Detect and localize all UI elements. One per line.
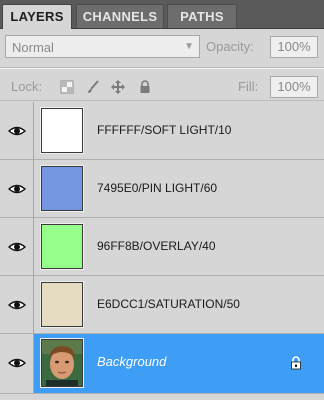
lock-brush-icon[interactable]: [86, 80, 100, 94]
layers-list: FFFFFF/SOFT LIGHT/10 7495E0/PIN LIGHT/60…: [0, 102, 324, 400]
lock-icon: [291, 356, 301, 370]
fill-value: 100%: [277, 79, 311, 94]
layer-row[interactable]: 96FF8B/OVERLAY/40: [0, 218, 324, 276]
opacity-field[interactable]: 100%: [270, 36, 318, 58]
tab-paths[interactable]: PATHS: [167, 4, 237, 28]
opacity-value: 100%: [277, 39, 311, 54]
layer-content[interactable]: E6DCC1/SATURATION/50: [34, 276, 324, 334]
tab-layers[interactable]: LAYERS: [2, 4, 72, 29]
visibility-toggle[interactable]: [0, 160, 34, 218]
divider: [0, 68, 324, 69]
layer-name[interactable]: 7495E0/PIN LIGHT/60: [97, 181, 217, 195]
layer-row[interactable]: FFFFFF/SOFT LIGHT/10: [0, 102, 324, 160]
layer-row[interactable]: 7495E0/PIN LIGHT/60: [0, 160, 324, 218]
chevron-down-icon: ▼: [184, 41, 194, 52]
layers-panel: LAYERS CHANNELS PATHS Normal ▼ Opacity: …: [0, 0, 324, 400]
lock-move-icon[interactable]: [111, 80, 125, 94]
opacity-label: Opacity:: [206, 39, 254, 54]
layer-name[interactable]: E6DCC1/SATURATION/50: [97, 297, 240, 311]
layer-thumbnail: [40, 223, 84, 270]
lock-all-icon[interactable]: [138, 80, 152, 94]
divider: [0, 100, 324, 101]
layer-name[interactable]: Background: [97, 354, 166, 369]
layer-thumbnail: [40, 107, 84, 154]
lock-transparent-icon[interactable]: [60, 80, 74, 94]
blend-mode-value: Normal: [12, 40, 54, 55]
fill-field[interactable]: 100%: [270, 76, 318, 98]
fill-label: Fill:: [238, 79, 259, 94]
layer-thumbnail: [40, 165, 84, 212]
lock-label: Lock:: [11, 79, 43, 94]
blend-mode-select[interactable]: Normal ▼: [5, 35, 200, 58]
layer-content[interactable]: 96FF8B/OVERLAY/40: [34, 218, 324, 276]
visibility-toggle[interactable]: [0, 102, 34, 160]
layer-content[interactable]: Background: [34, 334, 324, 394]
visibility-toggle[interactable]: [0, 218, 34, 276]
background-thumbnail: [40, 338, 84, 388]
eye-icon: [8, 358, 26, 368]
layer-row[interactable]: E6DCC1/SATURATION/50: [0, 276, 324, 334]
eye-icon: [8, 126, 26, 136]
face-photo-icon: [42, 340, 82, 386]
layer-content[interactable]: FFFFFF/SOFT LIGHT/10: [34, 102, 324, 160]
tab-channels[interactable]: CHANNELS: [76, 4, 164, 28]
visibility-toggle[interactable]: [0, 334, 34, 394]
eye-icon: [8, 300, 26, 310]
layer-name[interactable]: FFFFFF/SOFT LIGHT/10: [97, 123, 231, 137]
layer-row-selected[interactable]: Background: [0, 334, 324, 394]
visibility-toggle[interactable]: [0, 276, 34, 334]
eye-icon: [8, 184, 26, 194]
layer-content[interactable]: 7495E0/PIN LIGHT/60: [34, 160, 324, 218]
eye-icon: [8, 242, 26, 252]
layer-name[interactable]: 96FF8B/OVERLAY/40: [97, 239, 216, 253]
panel-tab-bar: LAYERS CHANNELS PATHS: [0, 0, 324, 29]
layer-thumbnail: [40, 281, 84, 328]
